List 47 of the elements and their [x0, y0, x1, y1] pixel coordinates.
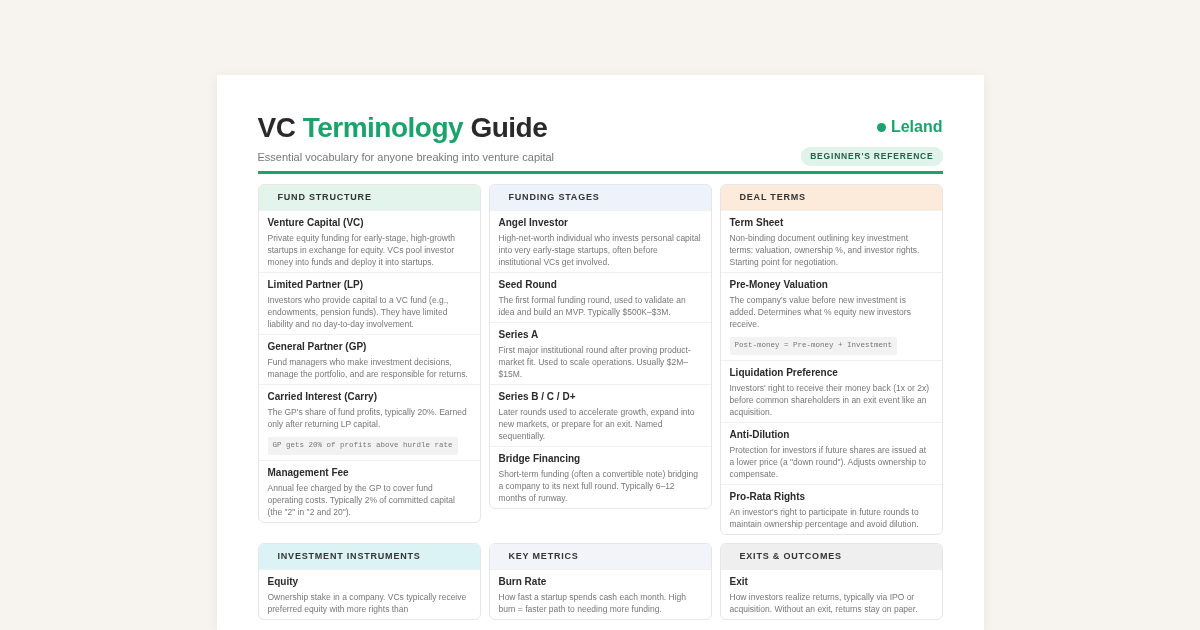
section-header: FUND STRUCTURE — [258, 184, 480, 211]
term-name: Management Fee — [267, 465, 350, 480]
term-definition: How investors realize returns, typically via IPO or acquisition. Without an exit, returns stay on paper. — [729, 591, 919, 615]
term-definition: First major institutional round after proving product-market fit. Used to scale operations. Usually $2M–$15M. — [498, 344, 692, 381]
brand-name: Leland — [890, 117, 943, 137]
term-name: Venture Capital (VC) — [267, 216, 365, 231]
term-name: Carried Interest (Carry) — [267, 390, 378, 405]
term-definition: An investor's right to participate in future rounds to maintain ownership percentage and avoid dilution. — [729, 505, 920, 530]
term-name: Exit — [729, 575, 749, 589]
term-definition: Ownership stake in a company. VCs typically receive preferred equity with more rights than — [267, 591, 468, 615]
term-name: Pro-Rata Rights — [729, 489, 807, 504]
term-name: Term Sheet — [729, 216, 785, 231]
term-definition: Non-binding document outlining key investment terms: valuation, ownership %, and investor rights. Starting point for negotiation. — [729, 232, 921, 269]
term-name: Bridge Financing — [498, 452, 582, 467]
term-definition: Annual fee charged by the GP to cover fund operating costs. Typically 2% of committed capital (the "2" in "2 and 20"). — [267, 481, 456, 518]
section-header: EXITS & OUTCOMES — [720, 543, 942, 569]
section-header: KEY METRICS — [489, 543, 711, 569]
term-definition: High-net-worth individual who invests personal capital into very early-stage startups, often before institutional VCs get involved. — [498, 232, 702, 269]
term-name: Equity — [267, 575, 300, 589]
term-name: Pre-Money Valuation — [729, 278, 829, 293]
term-definition: The GP's share of fund profits, typically 20%. Earned only after returning LP capital. — [267, 406, 468, 431]
term-name: Limited Partner (LP) — [267, 278, 365, 293]
term-definition: Later rounds used to accelerate growth, expand into new markets, or prepare for an exit. Named sequentially. — [498, 406, 696, 443]
term-name: Seed Round — [498, 278, 558, 293]
term-definition: Private equity funding for early-stage, high-growth startups in exchange for equity. VCs pool investor money into funds and deploy it into startups. — [267, 232, 457, 269]
section-header: FUNDING STAGES — [489, 184, 711, 211]
brand-dot-icon — [876, 122, 886, 132]
term-definition: Short-term funding (often a convertible note) bridging a company to its next full round. Typically 6–12 months of runway. — [498, 468, 699, 505]
term-definition: Protection for investors if future shares are issued at a lower price (a "down round"). Adjusts ownership to compensate. — [729, 443, 928, 480]
term-name: General Partner (GP) — [267, 340, 368, 355]
subtitle: Essential vocabulary for anyone breaking into venture capital — [257, 150, 555, 165]
term-name: Angel Investor — [498, 216, 569, 231]
term-name: Series B / C / D+ — [498, 390, 577, 405]
section-header: DEAL TERMS — [720, 184, 942, 211]
term-definition: The first formal funding round, used to validate an idea and build an MVP. Typically $500K–$3M. — [498, 294, 687, 319]
term-definition: Investors who provide capital to a VC fund (e.g., endowments, pension funds). They have limited liability and no day-to-day involvement. — [267, 294, 450, 331]
guide-title: VC Terminology Guide — [257, 111, 549, 145]
term-name: Anti-Dilution — [729, 427, 791, 442]
term-definition: Fund managers who make investment decisions, manage the portfolio, and are responsible for returns. — [267, 356, 469, 381]
term-definition: How fast a startup spends cash each month. High burn = faster path to needing more funding. — [498, 591, 688, 615]
term-name: Series A — [498, 328, 540, 343]
term-name: Liquidation Preference — [729, 365, 839, 380]
section-header: INVESTMENT INSTRUMENTS — [258, 543, 480, 569]
term-definition: The company's value before new investment is added. Determines what % equity new investors receive. — [729, 294, 912, 331]
reference-tag: BEGINNER'S REFERENCE — [801, 147, 943, 166]
term-definition: Investors' right to receive their money back (1x or 2x) before common shareholders in an exit event like an acquisition. — [729, 381, 931, 418]
term-name: Burn Rate — [498, 575, 548, 589]
